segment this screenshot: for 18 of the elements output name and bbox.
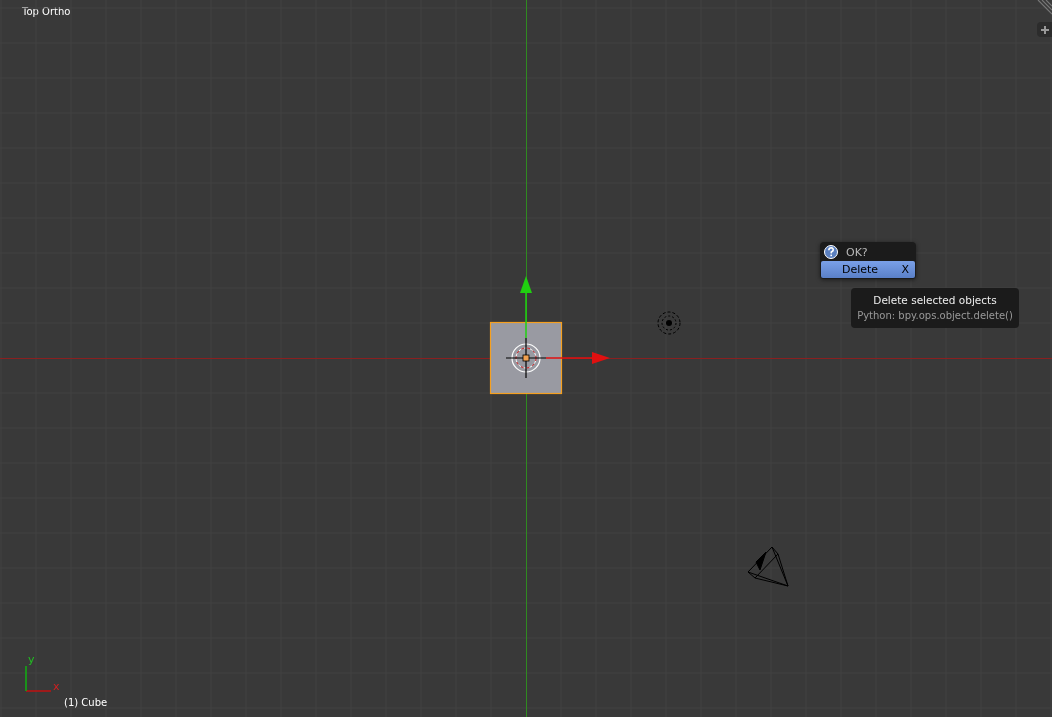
corner-grip-icon[interactable] — [1037, 0, 1052, 15]
question-icon — [824, 245, 838, 259]
3d-viewport[interactable]: Top Ortho OK? Delete X Delete selected objects Python: bpy.ops.object.delete() y x (1) Cube — [0, 0, 1052, 717]
axis-indicator-drawing — [25, 665, 52, 692]
popup-title: OK? — [846, 245, 868, 259]
add-panel-button[interactable] — [1037, 22, 1052, 37]
object-label: (1) Cube — [64, 697, 108, 708]
tooltip-title: Delete selected objects — [872, 293, 998, 308]
x-axis-label: x — [53, 681, 60, 693]
tooltip-python: Python: bpy.ops.object.delete() — [856, 309, 1014, 323]
plus-icon — [1040, 25, 1049, 34]
view-label: Top Ortho — [22, 6, 71, 17]
y-axis-label: y — [28, 654, 35, 666]
translate-gizmo-y-arrow[interactable] — [520, 276, 532, 339]
3d-cursor-icon — [505, 337, 547, 379]
cube[interactable] — [489, 321, 563, 395]
translate-gizmo-x-arrow[interactable] — [545, 352, 610, 364]
delete-menu-item[interactable]: Delete X — [821, 261, 915, 278]
